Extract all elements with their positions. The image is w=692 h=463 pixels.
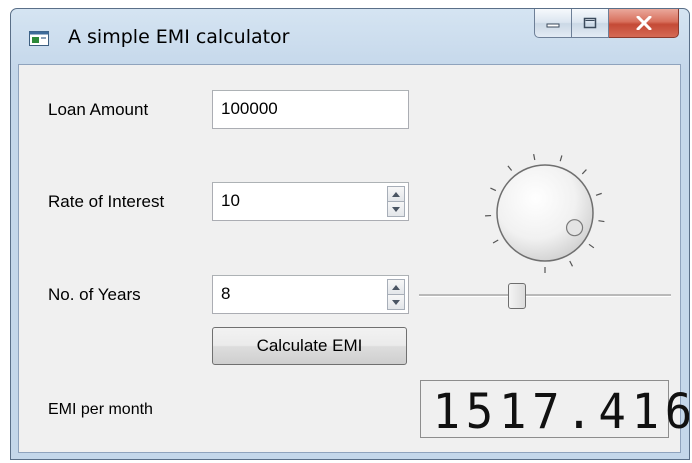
emi-value: 1517.416: [432, 384, 690, 440]
emi-per-month-label: EMI per month: [48, 401, 153, 418]
title-bar[interactable]: A simple EMI calculator: [11, 9, 689, 64]
arrow-up-icon: [392, 284, 400, 290]
dial-tick: [588, 243, 595, 249]
rate-of-interest-spinbox[interactable]: 10: [212, 182, 409, 221]
loan-amount-value: 100000: [221, 99, 278, 118]
rate-of-interest-label: Rate of Interest: [48, 192, 165, 211]
rate-spin-down-button[interactable]: [387, 202, 405, 217]
years-spin-down-button[interactable]: [387, 295, 405, 310]
dial-face: [496, 164, 594, 262]
arrow-up-icon: [392, 191, 400, 197]
close-button[interactable]: [609, 9, 679, 38]
minimize-icon: [546, 23, 560, 28]
years-label: No. of Years: [48, 285, 141, 304]
rate-spin-buttons: [387, 186, 405, 217]
years-spin-up-button[interactable]: [387, 279, 405, 295]
dial-tick: [490, 187, 497, 192]
rate-spin-up-button[interactable]: [387, 186, 405, 202]
close-icon: [636, 16, 651, 30]
dial-tick: [581, 169, 587, 175]
caption-buttons: [534, 9, 679, 39]
dial-tick: [569, 260, 574, 267]
arrow-down-icon: [392, 299, 400, 305]
calculate-emi-button[interactable]: Calculate EMI: [212, 327, 407, 365]
dial-tick: [598, 220, 605, 223]
dial-tick: [492, 239, 499, 244]
window-title: A simple EMI calculator: [68, 26, 290, 48]
app-window-icon: [29, 31, 49, 46]
maximize-button[interactable]: [572, 9, 609, 38]
slider-handle[interactable]: [508, 283, 526, 309]
years-value: 8: [221, 284, 231, 303]
app-window: A simple EMI calculator Loan Amount 1000…: [10, 8, 690, 460]
maximize-icon: [583, 17, 597, 29]
dial-tick: [533, 153, 536, 161]
form-panel: Loan Amount 100000 Rate of Interest 10 N…: [18, 64, 690, 453]
rate-of-interest-value: 10: [221, 191, 240, 210]
loan-amount-label: Loan Amount: [48, 100, 149, 119]
years-spin-buttons: [387, 279, 405, 310]
interest-dial[interactable]: [479, 147, 611, 279]
years-slider[interactable]: [419, 283, 671, 309]
minimize-button[interactable]: [534, 9, 572, 38]
dial-tick: [595, 192, 602, 196]
years-spinbox[interactable]: 8: [212, 275, 409, 314]
emi-lcd-display: 1517.416: [420, 380, 690, 440]
arrow-down-icon: [392, 206, 400, 212]
dial-indicator: [565, 219, 584, 237]
loan-amount-input[interactable]: 100000: [212, 90, 409, 129]
slider-track: [419, 294, 671, 297]
dial-tick: [507, 165, 513, 171]
dial-tick: [559, 155, 563, 162]
